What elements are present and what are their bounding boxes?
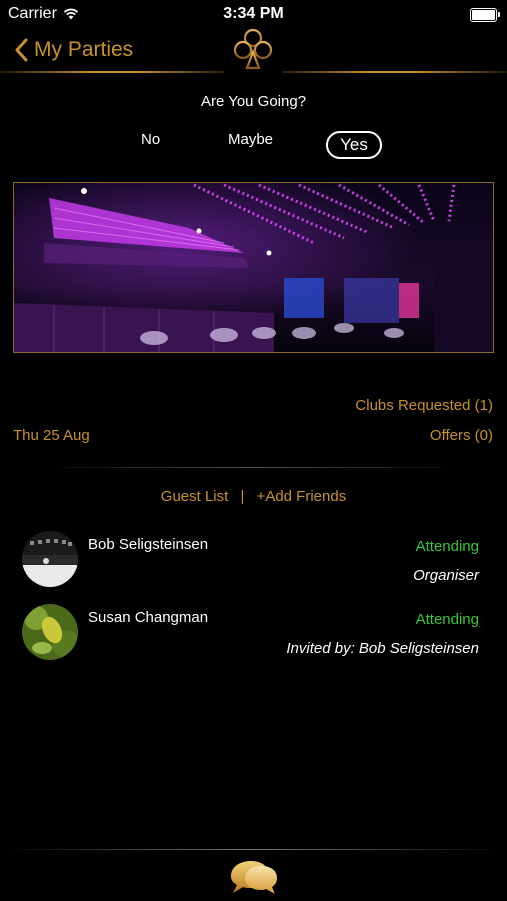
guest-row[interactable]: Susan Changman Attending Invited by: Bob…: [0, 599, 507, 665]
rsvp-maybe-button[interactable]: Maybe: [228, 131, 273, 148]
guest-list-separator: |: [240, 488, 245, 505]
guest-row[interactable]: Bob Seligsteinsen Attending Organiser: [0, 526, 507, 592]
rsvp-yes-button[interactable]: Yes: [326, 131, 382, 159]
guest-name: Bob Seligsteinsen: [88, 536, 209, 553]
back-button[interactable]: My Parties: [14, 38, 133, 62]
guest-role: Invited by: Bob Seligsteinsen: [286, 640, 479, 657]
section-divider: [40, 467, 467, 468]
venue-image: [13, 182, 494, 353]
guest-name: Susan Changman: [88, 609, 209, 626]
status-time: 3:34 PM: [223, 5, 284, 22]
add-friends-button[interactable]: +Add Friends: [257, 488, 347, 505]
nav-divider-right: [277, 71, 507, 73]
guest-role: Organiser: [413, 567, 479, 584]
avatar: [22, 531, 78, 587]
chevron-left-icon: [15, 38, 28, 62]
avatar: [22, 604, 78, 660]
guest-list-label[interactable]: Guest List: [161, 488, 229, 505]
bottom-divider: [0, 849, 507, 850]
guest-list-header: Guest List | +Add Friends: [0, 488, 507, 505]
back-label: My Parties: [34, 38, 134, 61]
battery-icon: [470, 8, 500, 22]
rsvp-no-button[interactable]: No: [141, 131, 160, 148]
club-suit-icon: [224, 22, 282, 76]
nav-divider-left: [0, 71, 230, 73]
party-date: Thu 25 Aug: [13, 427, 90, 444]
clubs-requested-link[interactable]: Clubs Requested (1): [355, 397, 493, 414]
guest-status: Attending: [415, 538, 479, 555]
chat-bubbles-icon[interactable]: [227, 858, 281, 896]
guest-status: Attending: [415, 611, 479, 628]
rsvp-question: Are You Going?: [200, 93, 307, 110]
offers-link[interactable]: Offers (0): [430, 427, 493, 444]
